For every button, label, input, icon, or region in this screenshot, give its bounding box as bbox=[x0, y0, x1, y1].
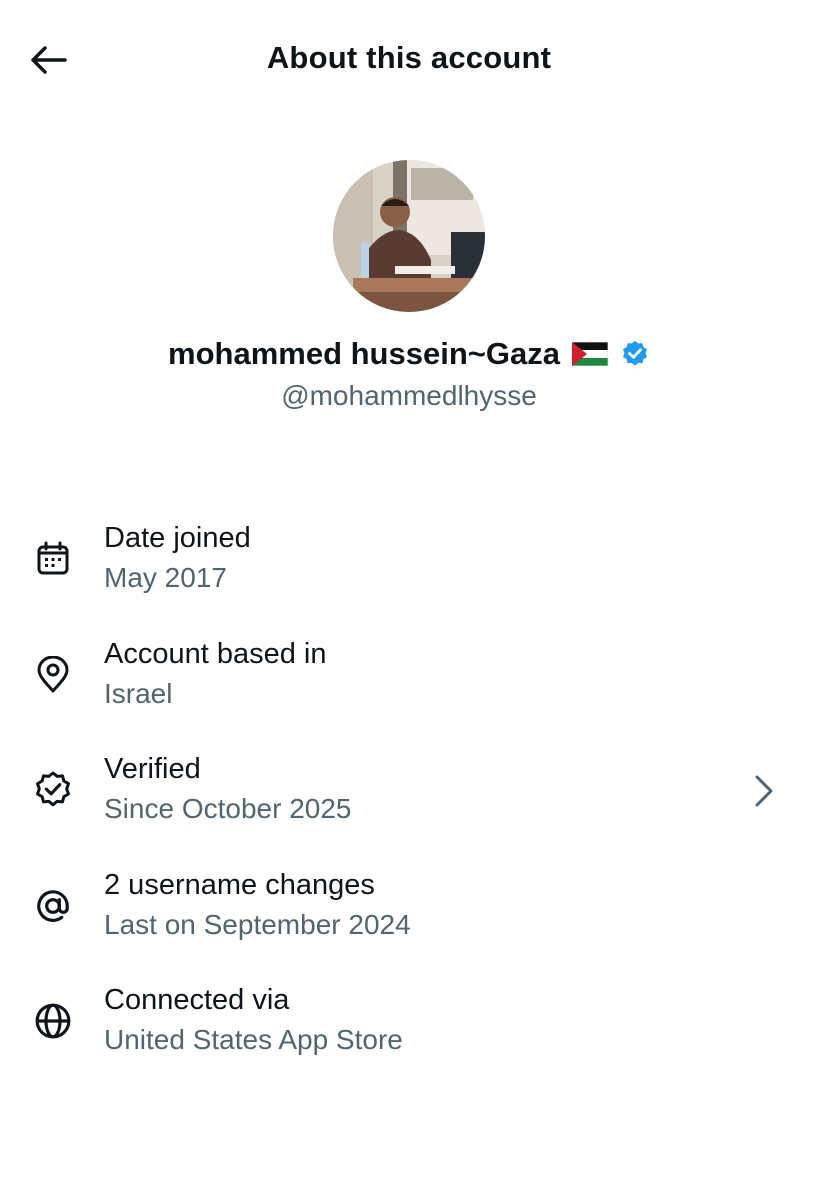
at-sign-icon bbox=[30, 883, 76, 929]
header: About this account bbox=[0, 0, 818, 120]
account-handle: @mohammedlhysse bbox=[281, 380, 537, 411]
row-title: Account based in bbox=[104, 638, 327, 670]
avatar[interactable] bbox=[333, 160, 485, 312]
row-title: Verified bbox=[104, 753, 201, 785]
verified-check-icon bbox=[30, 767, 76, 813]
calendar-icon bbox=[30, 536, 76, 582]
globe-icon bbox=[30, 998, 76, 1044]
display-name: mohammed hussein~Gaza bbox=[168, 336, 560, 371]
display-name-row: mohammed hussein~Gaza bbox=[0, 336, 818, 372]
row-date-joined: Date joined May 2017 bbox=[0, 522, 818, 622]
chevron-right-icon[interactable] bbox=[748, 771, 780, 811]
row-connected-via: Connected via United States App Store bbox=[0, 984, 818, 1084]
row-title: Connected via bbox=[104, 984, 290, 1016]
row-account-based-in: Account based in Israel bbox=[0, 638, 818, 738]
location-pin-icon bbox=[30, 652, 76, 698]
about-account-screen: About this account mohammed hussein~Gaza bbox=[0, 0, 818, 1200]
row-title: 2 username changes bbox=[104, 869, 375, 901]
page-title: About this account bbox=[266, 40, 552, 75]
avatar-photo bbox=[333, 160, 485, 312]
row-title: Date joined bbox=[104, 522, 251, 554]
row-username-changes: 2 username changes Last on September 202… bbox=[0, 869, 818, 969]
row-subtitle: Israel bbox=[104, 678, 173, 709]
row-subtitle: Since October 2025 bbox=[104, 793, 352, 824]
row-subtitle: May 2017 bbox=[104, 562, 227, 593]
row-verified[interactable]: Verified Since October 2025 bbox=[0, 753, 818, 853]
verified-badge-icon[interactable] bbox=[620, 339, 650, 369]
palestine-flag-icon bbox=[571, 341, 609, 367]
row-subtitle: Last on September 2024 bbox=[104, 909, 411, 940]
row-subtitle: United States App Store bbox=[104, 1024, 403, 1055]
